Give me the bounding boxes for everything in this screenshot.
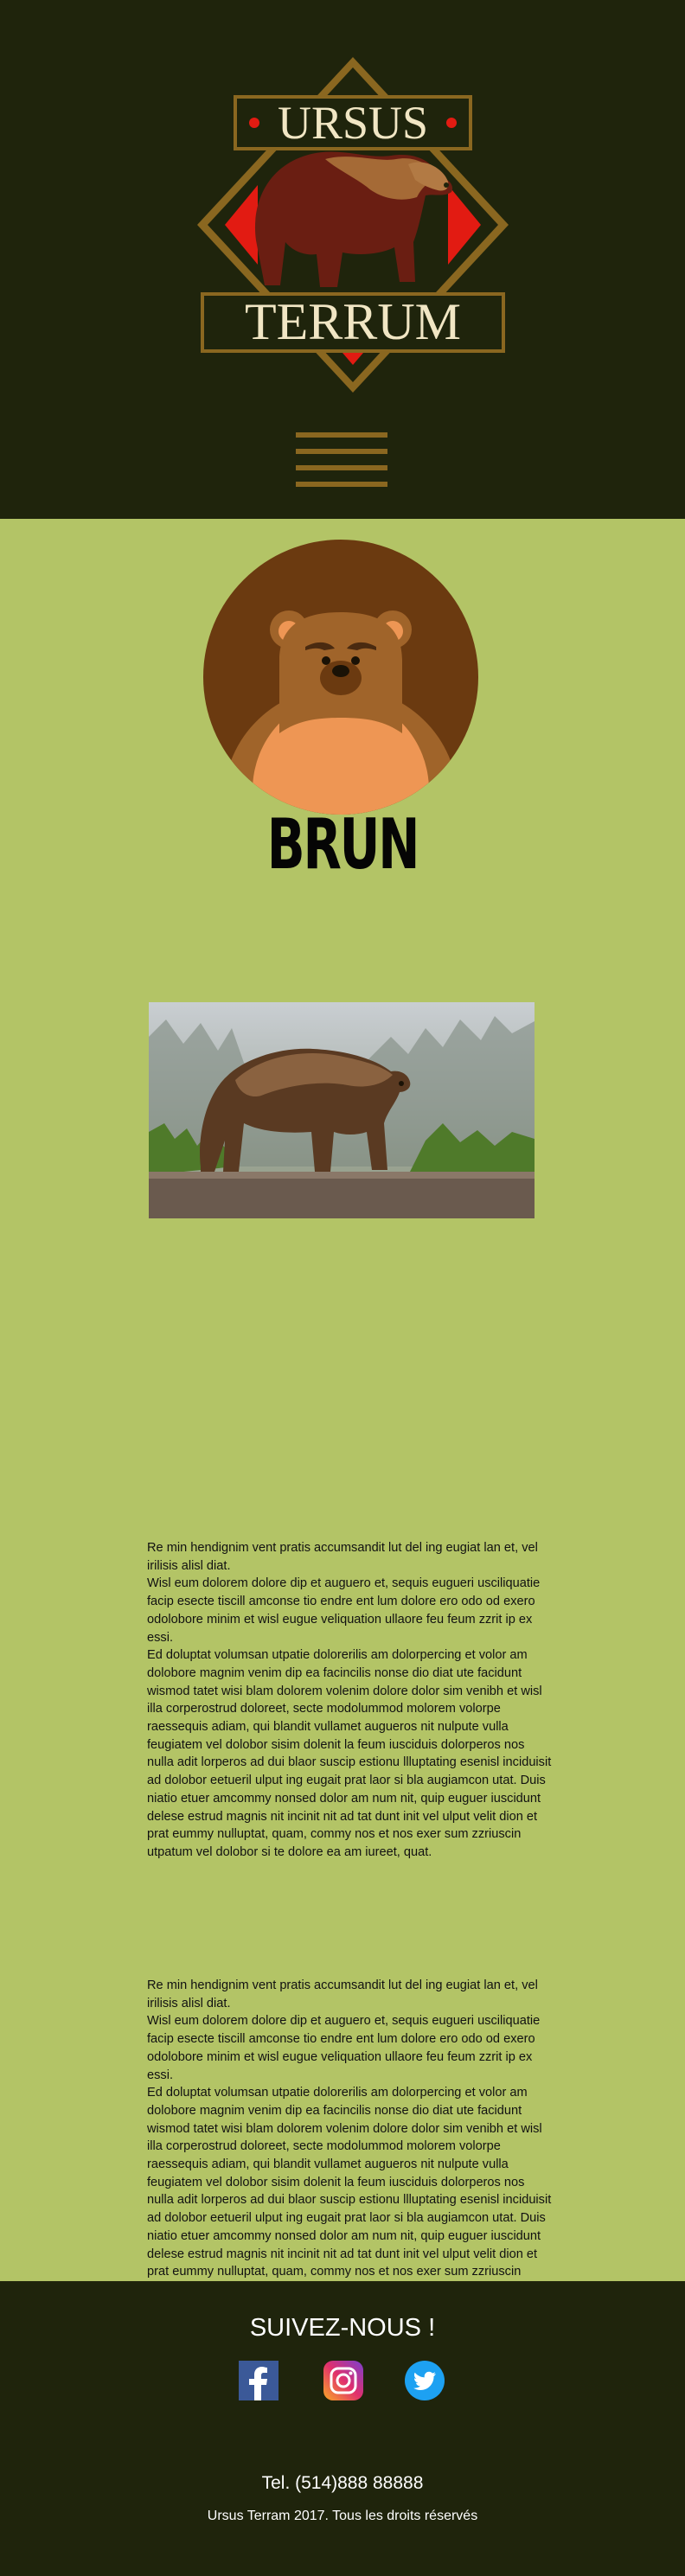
menu-bar [296,465,387,470]
logo-dot-right [446,118,457,128]
menu-bar [296,482,387,487]
article-paragraph: Re min hendignim vent pratis accumsandit… [147,1978,552,2297]
logo-line2: TERRUM [245,293,461,350]
article-paragraph: Re min hendignim vent pratis accumsandit… [147,1541,552,1859]
logo-line1: URSUS [278,97,428,149]
copyright-text: Ursus Terram 2017. Tous les droits réser… [207,2509,478,2523]
site-footer: SUIVEZ-NOUS ! Tel. (514)888 88888 Ursus … [0,2281,685,2576]
instagram-icon[interactable] [323,2361,363,2400]
main-content: BRUN Re min hendignim vent pratis accums… [0,519,685,2297]
brown-bear-photo [149,1002,535,1218]
logo[interactable]: URSUS TERRUM [195,55,510,394]
menu-bar [296,449,387,454]
menu-bar [296,432,387,438]
site-header: URSUS TERRUM [0,0,685,519]
follow-heading: SUIVEZ-NOUS ! [249,2314,436,2342]
hamburger-menu-icon[interactable] [296,432,387,488]
phone-number: Tel. (514)888 88888 [261,2473,424,2493]
logo-dot-left [249,118,259,128]
facebook-icon[interactable] [239,2361,278,2400]
twitter-icon[interactable] [405,2361,445,2400]
bear-face-icon [203,540,478,815]
page-title: BRUN [266,804,420,885]
